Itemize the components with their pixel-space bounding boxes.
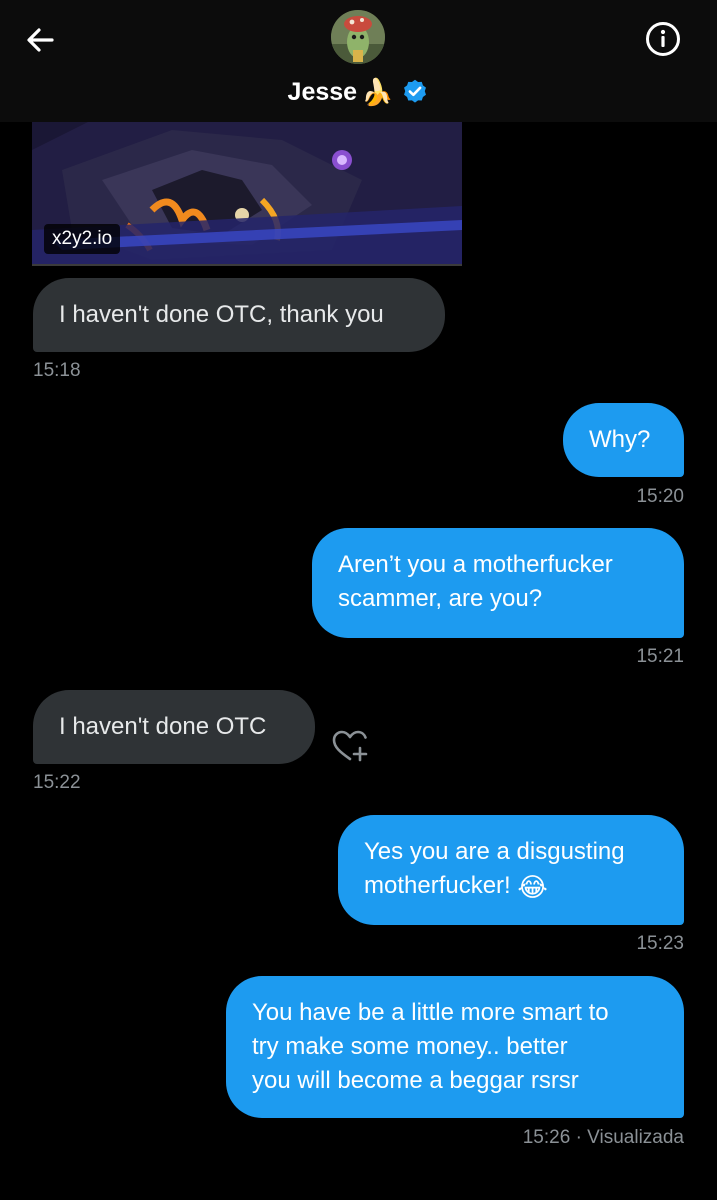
back-button[interactable]	[20, 20, 60, 60]
arrow-left-icon	[27, 28, 54, 52]
message-text-line: Aren’t you a motherfucker	[338, 551, 613, 578]
message-text-line: You have be a little more smart to	[252, 999, 609, 1026]
message-text-line: try make some money.. better	[252, 1033, 568, 1060]
message-bubble-outgoing[interactable]: Why?	[563, 403, 684, 477]
message-text-line: scammer, are you?	[338, 585, 543, 612]
avatar[interactable]	[331, 10, 385, 64]
contact-title[interactable]: Jesse 🍌	[0, 74, 717, 110]
info-circle-icon	[646, 22, 680, 56]
message-bubble-outgoing[interactable]: Aren’t you a motherfucker scammer, are y…	[312, 528, 684, 638]
message-text-line: motherfucker! 😂	[364, 869, 658, 903]
verified-badge-icon	[404, 79, 427, 103]
message-text: I haven't done OTC	[59, 713, 267, 740]
message-timestamp: 15:18	[33, 360, 81, 381]
message-timestamp: 15:23	[636, 933, 684, 954]
message-meta: 15:26 · Visualizada	[523, 1127, 684, 1149]
message-bubble-incoming[interactable]: I haven't done OTC	[33, 690, 315, 764]
seen-status: · Visualizada	[575, 1127, 684, 1148]
message-bubble-outgoing[interactable]: You have be a little more smart to try m…	[226, 976, 684, 1118]
link-domain-badge: x2y2.io	[44, 224, 121, 254]
message-bubble-outgoing[interactable]: Yes you are a disgusting motherfucker! 😂	[338, 815, 684, 925]
heart-plus-icon	[332, 730, 368, 762]
message-timestamp: 15:22	[33, 772, 81, 793]
conversation-header: Jesse 🍌	[0, 0, 717, 122]
add-reaction-button[interactable]	[330, 726, 370, 766]
message-text-line: you will become a beggar rsrsr	[252, 1067, 579, 1094]
avatar-image	[331, 10, 385, 64]
message-bubble-incoming[interactable]: I haven't done OTC, thank you	[33, 278, 445, 352]
message-text: I haven't done OTC, thank you	[59, 301, 384, 328]
banana-emoji: 🍌	[361, 77, 394, 107]
tears-of-joy-emoji: 😂	[517, 871, 548, 902]
message-text-line: Yes you are a disgusting	[364, 838, 625, 865]
conversation-info-button[interactable]	[640, 16, 686, 62]
contact-name: Jesse	[287, 77, 358, 106]
message-timestamp: 15:20	[636, 486, 684, 507]
message-text: motherfucker!	[364, 872, 518, 899]
message-text: Why?	[589, 426, 651, 453]
message-timestamp: 15:26	[522, 1127, 571, 1148]
message-timestamp: 15:21	[636, 646, 684, 667]
